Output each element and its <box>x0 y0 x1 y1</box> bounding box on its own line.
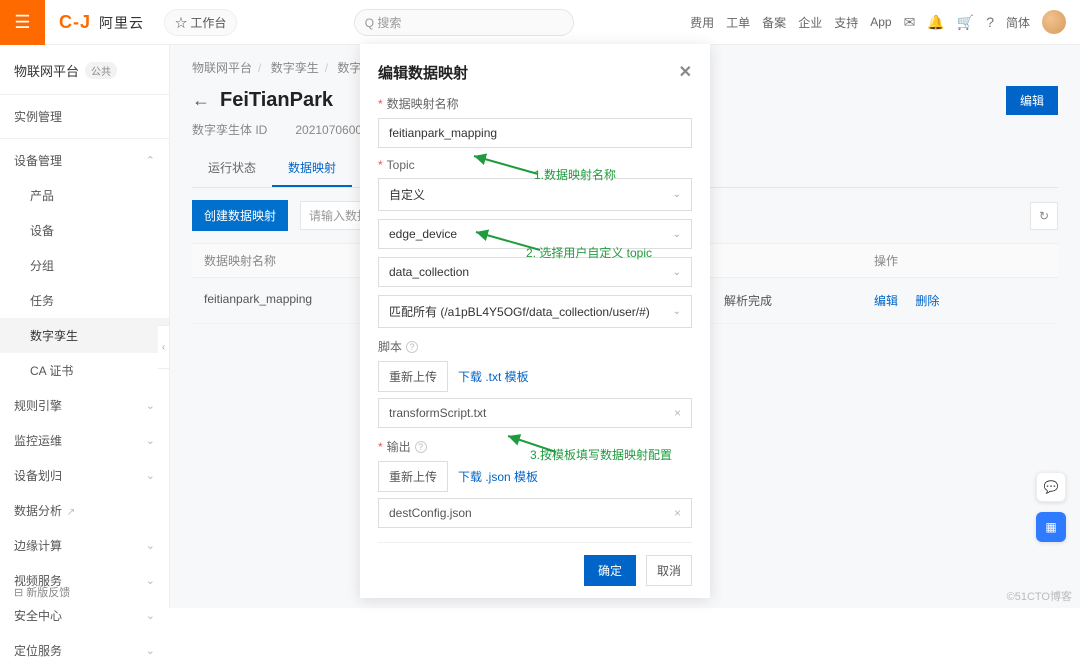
edit-button[interactable]: 编辑 <box>1006 86 1058 115</box>
top-bar: ☰ C-J 阿里云 ☆ 工作台 Q 搜索 费用 工单 备案 企业 支持 App … <box>0 0 1080 45</box>
sidebar-collapse[interactable]: ‹ <box>158 325 170 369</box>
nav-ticket[interactable]: 工单 <box>726 14 750 31</box>
sidebar-item-rules[interactable]: 规则引擎⌄ <box>0 388 169 423</box>
tab-run-status[interactable]: 运行状态 <box>192 150 272 187</box>
sidebar-item-location[interactable]: 定位服务⌄ <box>0 633 169 668</box>
select-topic-name[interactable]: data_collection⌄ <box>378 257 692 287</box>
avatar[interactable] <box>1042 10 1066 34</box>
top-nav-links: 费用 工单 备案 企业 支持 App ✉ 🔔 🛒 ? 简体 <box>690 10 1080 34</box>
meta-label: 数字孪生体 ID <box>192 121 267 138</box>
row-delete-link[interactable]: 删除 <box>915 294 939 308</box>
label-topic: Topic <box>387 158 415 172</box>
download-txt-template-link[interactable]: 下载 .txt 模板 <box>458 368 529 385</box>
sidebar-feedback[interactable]: ⊟ 新版反馈 <box>14 584 70 600</box>
chevron-down-icon: ⌄ <box>673 267 681 278</box>
clear-icon[interactable]: × <box>674 506 681 520</box>
menu-icon[interactable]: ☰ <box>0 0 45 45</box>
edit-mapping-modal: 编辑数据映射 ✕ *数据映射名称 feitianpark_mapping *To… <box>360 44 710 598</box>
sidebar-item-device-mgmt[interactable]: 设备管理⌃ <box>0 143 169 178</box>
label-script: 脚本 <box>378 338 402 355</box>
select-topic-type[interactable]: 自定义⌄ <box>378 178 692 211</box>
sidebar-item-monitor[interactable]: 监控运维⌄ <box>0 423 169 458</box>
logo[interactable]: C-J 阿里云 <box>45 12 158 33</box>
nav-app[interactable]: App <box>870 15 891 29</box>
label-output: 输出 <box>387 438 411 455</box>
nav-fee[interactable]: 费用 <box>690 14 714 31</box>
sidebar-item-instance[interactable]: 实例管理 <box>0 99 169 134</box>
download-json-template-link[interactable]: 下载 .json 模板 <box>458 468 538 485</box>
sidebar-item-groups[interactable]: 分组 <box>0 248 169 283</box>
col-ops: 操作 <box>874 252 1046 269</box>
output-file-input[interactable]: destConfig.json× <box>378 498 692 528</box>
workbench-button[interactable]: ☆ 工作台 <box>164 9 237 36</box>
page-title: FeiTianPark <box>220 89 333 112</box>
select-topic-filter[interactable]: 匹配所有 (/a1pBL4Y5OGf/data_collection/user/… <box>378 295 692 328</box>
sidebar-head: 物联网平台公共 <box>0 51 169 90</box>
crumb-1[interactable]: 数字孪生 <box>271 61 319 75</box>
apps-icon[interactable]: ▦ <box>1036 512 1066 542</box>
help-icon[interactable]: ? <box>406 341 418 353</box>
sidebar-item-tasks[interactable]: 任务 <box>0 283 169 318</box>
crumb-0[interactable]: 物联网平台 <box>192 61 252 75</box>
script-file-input[interactable]: transformScript.txt× <box>378 398 692 428</box>
refresh-button[interactable]: ↻ <box>1030 202 1058 230</box>
chevron-down-icon: ⌄ <box>673 229 681 240</box>
sidebar-item-security[interactable]: 安全中心⌄ <box>0 598 169 633</box>
sidebar-item-ca-cert[interactable]: CA 证书 <box>0 353 169 388</box>
confirm-button[interactable]: 确定 <box>584 555 636 586</box>
nav-support[interactable]: 支持 <box>834 14 858 31</box>
sidebar-item-data-analysis[interactable]: 数据分析 ↗ <box>0 493 169 528</box>
sidebar: 物联网平台公共 实例管理 设备管理⌃ 产品 设备 分组 任务 数字孪生 CA 证… <box>0 45 170 608</box>
sidebar-item-edge[interactable]: 边缘计算⌄ <box>0 528 169 563</box>
global-search-input[interactable]: Q 搜索 <box>354 9 574 36</box>
help-icon[interactable]: ? <box>986 14 994 30</box>
watermark: ©51CTO博客 <box>1007 588 1072 604</box>
sidebar-item-digital-twin[interactable]: 数字孪生 <box>0 318 169 353</box>
tab-data-mapping[interactable]: 数据映射 <box>272 150 352 187</box>
cancel-button[interactable]: 取消 <box>646 555 692 586</box>
create-mapping-button[interactable]: 创建数据映射 <box>192 200 288 231</box>
reupload-output-button[interactable]: 重新上传 <box>378 461 448 492</box>
input-mapping-name[interactable]: feitianpark_mapping <box>378 118 692 148</box>
chevron-down-icon: ⌄ <box>673 189 681 200</box>
sidebar-item-products[interactable]: 产品 <box>0 178 169 213</box>
cart-icon[interactable]: 🛒 <box>957 14 974 31</box>
chat-icon[interactable]: 💬 <box>1036 472 1066 502</box>
nav-beian[interactable]: 备案 <box>762 14 786 31</box>
col-status <box>724 252 874 269</box>
label-mapping-name: 数据映射名称 <box>387 95 459 112</box>
row-edit-link[interactable]: 编辑 <box>874 294 898 308</box>
lang-select[interactable]: 简体 <box>1006 14 1030 31</box>
row-status: 解析完成 <box>724 292 874 309</box>
chevron-up-icon: ⌃ <box>146 154 155 167</box>
back-arrow-icon[interactable]: ← <box>192 90 210 111</box>
modal-title-text: 编辑数据映射 <box>378 62 468 83</box>
chevron-down-icon: ⌄ <box>673 306 681 317</box>
close-icon[interactable]: ✕ <box>679 62 692 83</box>
reupload-script-button[interactable]: 重新上传 <box>378 361 448 392</box>
sidebar-item-devices[interactable]: 设备 <box>0 213 169 248</box>
bell-icon[interactable]: 🔔 <box>927 14 944 31</box>
mail-icon[interactable]: ✉ <box>904 14 916 31</box>
external-icon: ↗ <box>64 507 75 518</box>
sidebar-item-device-assign[interactable]: 设备划归⌄ <box>0 458 169 493</box>
nav-enterprise[interactable]: 企业 <box>798 14 822 31</box>
clear-icon[interactable]: × <box>674 406 681 420</box>
help-icon[interactable]: ? <box>415 441 427 453</box>
select-topic-product[interactable]: edge_device⌄ <box>378 219 692 249</box>
